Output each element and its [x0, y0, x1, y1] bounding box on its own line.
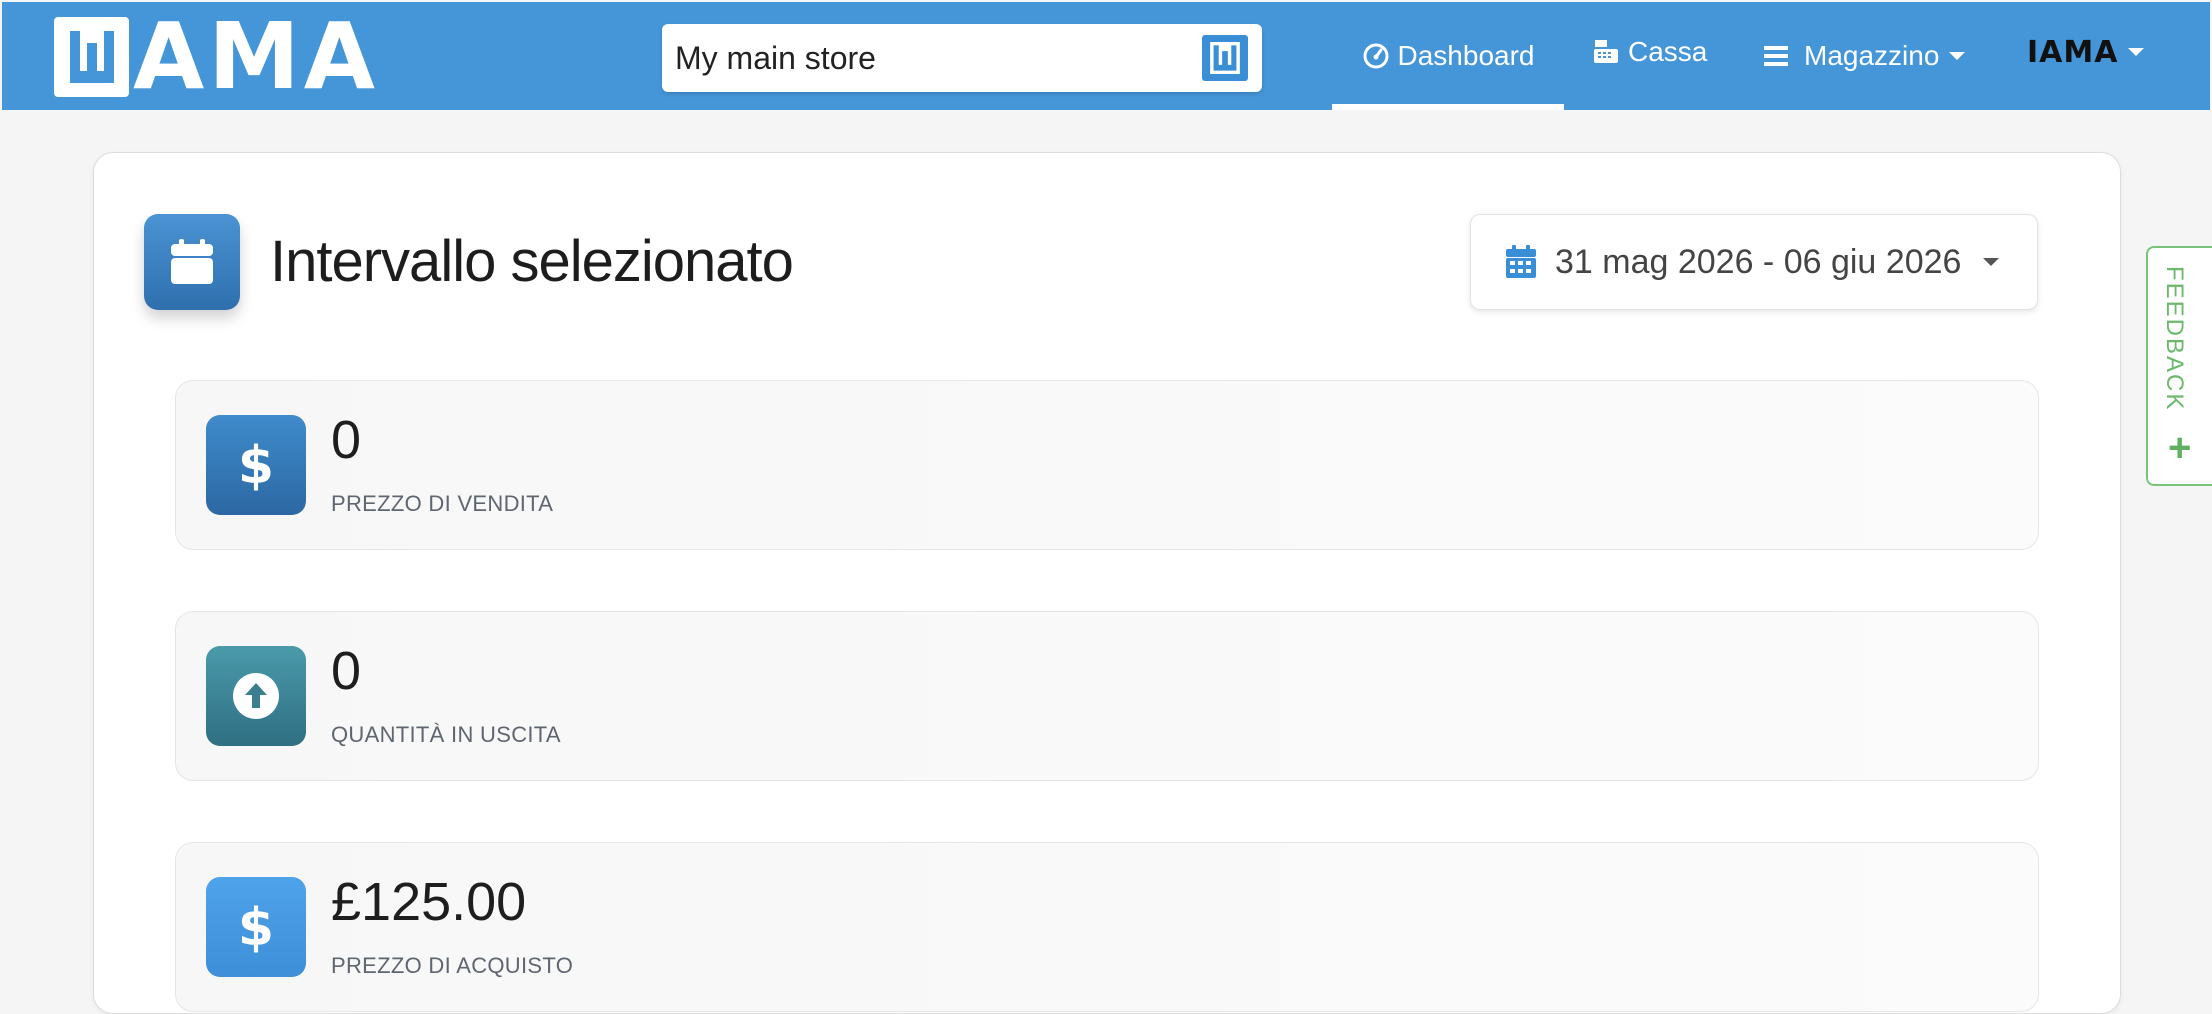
feedback-label: FEEDBACK: [2161, 266, 2188, 412]
nav-magazzino[interactable]: Magazzino: [1764, 2, 1966, 110]
date-range-text: 31 mag 2026 - 06 giu 2026: [1555, 242, 1962, 281]
stat-label: PREZZO DI ACQUISTO: [331, 953, 574, 978]
logo-w-icon: [69, 31, 114, 83]
gauge-icon: [1362, 42, 1390, 70]
calendar-icon: [144, 214, 240, 310]
stat-value: 0: [331, 641, 362, 701]
feedback-tab[interactable]: FEEDBACK +: [2146, 246, 2212, 486]
store-logo-icon: [1202, 35, 1248, 81]
user-avatar: IAMA: [2027, 34, 2119, 70]
calendar-icon: [1505, 245, 1537, 279]
app-logo[interactable]: AMA: [54, 3, 379, 110]
stat-value: 0: [331, 410, 362, 470]
svg-text:$: $: [238, 437, 274, 493]
stat-label: PREZZO DI VENDITA: [331, 491, 554, 516]
bars-icon: [1764, 44, 1788, 68]
plus-icon: +: [2168, 426, 2192, 470]
chevron-down-icon: [1949, 52, 1966, 60]
chevron-down-icon: [1983, 258, 2000, 266]
nav-dashboard-label: Dashboard: [1397, 40, 1535, 71]
stat-card-outgoing-quantity: 0 QUANTITÀ IN USCITA: [175, 611, 2039, 781]
page-title: Intervallo selezionato: [270, 229, 794, 294]
stat-card-selling-price: $ 0 PREZZO DI VENDITA: [175, 380, 2039, 550]
stat-value: £125.00: [331, 872, 527, 932]
top-navbar: AMA My main store Dashboard Cassa Magazz…: [2, 2, 2210, 110]
svg-text:$: $: [238, 899, 274, 955]
nav-dashboard[interactable]: Dashboard: [1332, 2, 1564, 110]
store-name: My main store: [675, 39, 876, 76]
stat-card-purchase-price: $ £125.00 PREZZO DI ACQUISTO: [175, 842, 2039, 1012]
nav-cassa-label: Cassa: [1628, 36, 1708, 67]
chevron-down-icon: [2128, 48, 2145, 56]
user-menu[interactable]: IAMA: [2027, 0, 2145, 106]
arrow-up-circle-icon: [206, 646, 306, 746]
nav-magazzino-label: Magazzino: [1804, 40, 1940, 71]
store-selector[interactable]: My main store: [662, 24, 1262, 92]
stat-label: QUANTITÀ IN USCITA: [331, 722, 561, 747]
dollar-icon: $: [206, 415, 306, 515]
logo-w-mark: [54, 17, 129, 97]
date-range-picker[interactable]: 31 mag 2026 - 06 giu 2026: [1470, 214, 2038, 310]
logo-text: AMA: [133, 3, 379, 110]
cash-register-icon: [1592, 38, 1620, 66]
nav-cassa[interactable]: Cassa: [1592, 0, 1707, 106]
dollar-icon: $: [206, 877, 306, 977]
